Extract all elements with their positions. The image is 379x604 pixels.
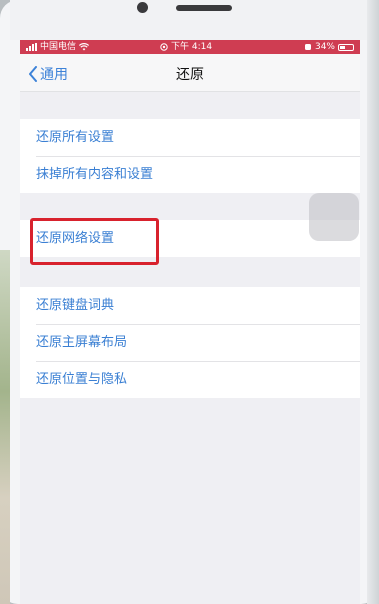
status-time: 下午 4:14 [171,42,213,52]
alarm-icon [304,44,311,50]
reset-home-screen-layout-row[interactable]: 还原主屏幕布局 [20,324,360,361]
signal-icon [26,43,37,51]
status-center: 下午 4:14 [160,40,212,54]
background-strip [0,250,10,604]
reset-location-privacy-row[interactable]: 还原位置与隐私 [20,361,360,398]
phone-screen: 中国电信 下午 4:14 34% 通用 还原 还原所有设置 抹掉所有内容和设置 … [20,40,360,604]
wifi-icon [79,43,90,51]
row-label: 还原键盘词典 [36,298,115,313]
assistive-touch-button[interactable] [309,193,359,241]
highlight-box [30,218,159,265]
earpiece-speaker [176,5,232,11]
phone-edge [367,0,379,604]
status-bar: 中国电信 下午 4:14 34% [20,40,360,54]
phone-frame: 中国电信 下午 4:14 34% 通用 还原 还原所有设置 抹掉所有内容和设置 … [0,0,379,604]
settings-group-1: 还原所有设置 抹掉所有内容和设置 [20,119,360,193]
carrier-label: 中国电信 [40,42,77,52]
row-label: 还原所有设置 [36,130,115,145]
reset-all-settings-row[interactable]: 还原所有设置 [20,119,360,156]
navigation-bar: 通用 还原 [20,54,360,92]
status-left: 中国电信 [26,40,90,54]
status-right: 34% [304,40,354,54]
row-label: 还原主屏幕布局 [36,335,128,350]
front-camera [137,2,148,13]
row-label: 还原位置与隐私 [36,372,128,387]
page-title: 还原 [176,67,204,83]
settings-list: 还原所有设置 抹掉所有内容和设置 还原网络设置 还原键盘词典 还原主屏幕布局 还… [20,92,360,604]
orientation-lock-icon [160,43,168,51]
settings-group-3: 还原键盘词典 还原主屏幕布局 还原位置与隐私 [20,287,360,398]
row-label: 抹掉所有内容和设置 [36,167,154,182]
erase-all-content-row[interactable]: 抹掉所有内容和设置 [20,156,360,193]
reset-keyboard-dictionary-row[interactable]: 还原键盘词典 [20,287,360,324]
phone-bezel [10,0,367,40]
battery-icon [338,43,354,51]
battery-percent: 34% [314,42,335,52]
